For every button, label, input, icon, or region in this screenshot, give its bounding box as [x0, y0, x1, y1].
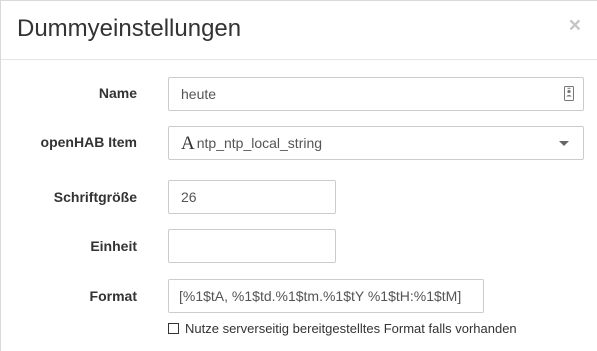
settings-dialog: Dummyeinstellungen × Name heute openHAB … [0, 0, 597, 351]
unit-row: Einheit [1, 229, 597, 263]
server-format-label: Nutze serverseitig bereitgestelltes Form… [185, 321, 517, 336]
string-type-icon: A [181, 133, 195, 154]
close-icon[interactable]: × [569, 15, 581, 36]
font-size-label: Schriftgröße [53, 189, 137, 205]
dialog-title: Dummyeinstellungen [17, 15, 242, 42]
font-size-value: 26 [181, 189, 197, 205]
format-input[interactable]: [%1$tA, %1$td.%1$tm.%1$tY %1$tH:%1$tM] [168, 279, 484, 313]
item-select[interactable]: Antp_ntp_local_string [168, 126, 584, 160]
item-label: openHAB Item [40, 134, 137, 150]
unit-label: Einheit [90, 238, 137, 254]
name-label: Name [98, 85, 137, 101]
name-row: Name heute [1, 77, 597, 111]
format-label: Format [89, 288, 137, 304]
font-size-input[interactable]: 26 [168, 180, 336, 214]
item-value: ntp_ntp_local_string [196, 135, 323, 151]
server-format-option[interactable]: Nutze serverseitig bereitgestelltes Form… [168, 321, 517, 336]
contact-card-icon[interactable] [564, 86, 574, 101]
name-value: heute [181, 86, 217, 102]
format-row: Format [%1$tA, %1$td.%1$tm.%1$tY %1$tH:%… [1, 279, 597, 313]
dialog-header: Dummyeinstellungen × [1, 1, 597, 60]
item-row: openHAB Item Antp_ntp_local_string [1, 126, 597, 160]
chevron-down-icon [559, 141, 569, 146]
format-value: [%1$tA, %1$td.%1$tm.%1$tY %1$tH:%1$tM] [179, 288, 462, 304]
font-size-row: Schriftgröße 26 [1, 180, 597, 214]
unit-input[interactable] [168, 229, 336, 263]
name-input[interactable]: heute [168, 77, 584, 111]
server-format-checkbox[interactable] [168, 323, 179, 334]
